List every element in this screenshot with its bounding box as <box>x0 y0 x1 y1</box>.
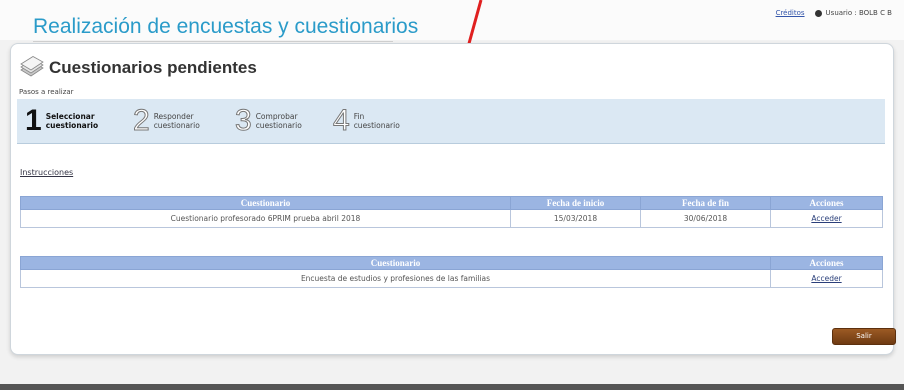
start-date: 15/03/2018 <box>510 209 641 228</box>
user-circle-icon <box>814 9 822 17</box>
step-number: 4 <box>333 104 351 137</box>
step-number: 2 <box>133 104 151 137</box>
step-check: 3 Comprobar cuestionario <box>235 99 302 143</box>
column-header: Fecha de inicio <box>510 196 641 210</box>
step-number: 3 <box>235 104 253 137</box>
step-label: Comprobar cuestionario <box>255 112 302 130</box>
instructions-link[interactable]: Instrucciones <box>20 168 73 177</box>
column-header: Fecha de fin <box>640 196 771 210</box>
survey-name: Encuesta de estudios y profesiones de la… <box>20 269 771 288</box>
user-area: Créditos Usuario : BOLB C B <box>776 9 892 17</box>
app-title: Realización de encuestas y cuestionarios <box>33 15 419 38</box>
column-header: Acciones <box>770 256 883 270</box>
step-respond: 2 Responder cuestionario <box>133 99 200 143</box>
access-link[interactable]: Acceder <box>811 214 841 223</box>
table-header-row: Cuestionario Acciones <box>20 256 883 270</box>
user-label: Usuario : BOLB C B <box>825 9 892 17</box>
table-row: Encuesta de estudios y profesiones de la… <box>20 269 883 288</box>
action-cell: Acceder <box>770 269 883 288</box>
step-number: 1 <box>25 104 42 137</box>
steps-label: Pasos a realizar <box>19 88 74 96</box>
column-header: Cuestionario <box>20 196 511 210</box>
column-header: Acciones <box>770 196 883 210</box>
bottom-edge <box>0 384 904 390</box>
questionnaire-name: Cuestionario profesorado 6PRIM prueba ab… <box>20 209 511 228</box>
exit-button[interactable]: Salir <box>832 328 896 345</box>
access-link[interactable]: Acceder <box>811 274 841 283</box>
table-row: Cuestionario profesorado 6PRIM prueba ab… <box>20 209 883 228</box>
title-divider <box>33 41 393 42</box>
page-title: Cuestionarios pendientes <box>49 58 257 77</box>
step-label: Fin cuestionario <box>353 112 400 130</box>
step-select: 1 Seleccionar cuestionario <box>25 99 98 143</box>
main-panel: Cuestionarios pendientes Pasos a realiza… <box>10 43 896 355</box>
surveys-table: Cuestionario Acciones Encuesta de estudi… <box>20 256 883 288</box>
table-header-row: Cuestionario Fecha de inicio Fecha de fi… <box>20 196 883 210</box>
questionnaires-table: Cuestionario Fecha de inicio Fecha de fi… <box>20 196 883 228</box>
step-label: Responder cuestionario <box>153 112 200 130</box>
credits-link[interactable]: Créditos <box>776 9 805 17</box>
stacked-documents-icon <box>20 56 44 77</box>
step-finish: 4 Fin cuestionario <box>333 99 400 143</box>
steps-bar: 1 Seleccionar cuestionario 2 Responder c… <box>17 99 885 144</box>
step-label: Seleccionar cuestionario <box>45 112 99 130</box>
action-cell: Acceder <box>770 209 883 228</box>
column-header: Cuestionario <box>20 256 771 270</box>
end-date: 30/06/2018 <box>640 209 771 228</box>
